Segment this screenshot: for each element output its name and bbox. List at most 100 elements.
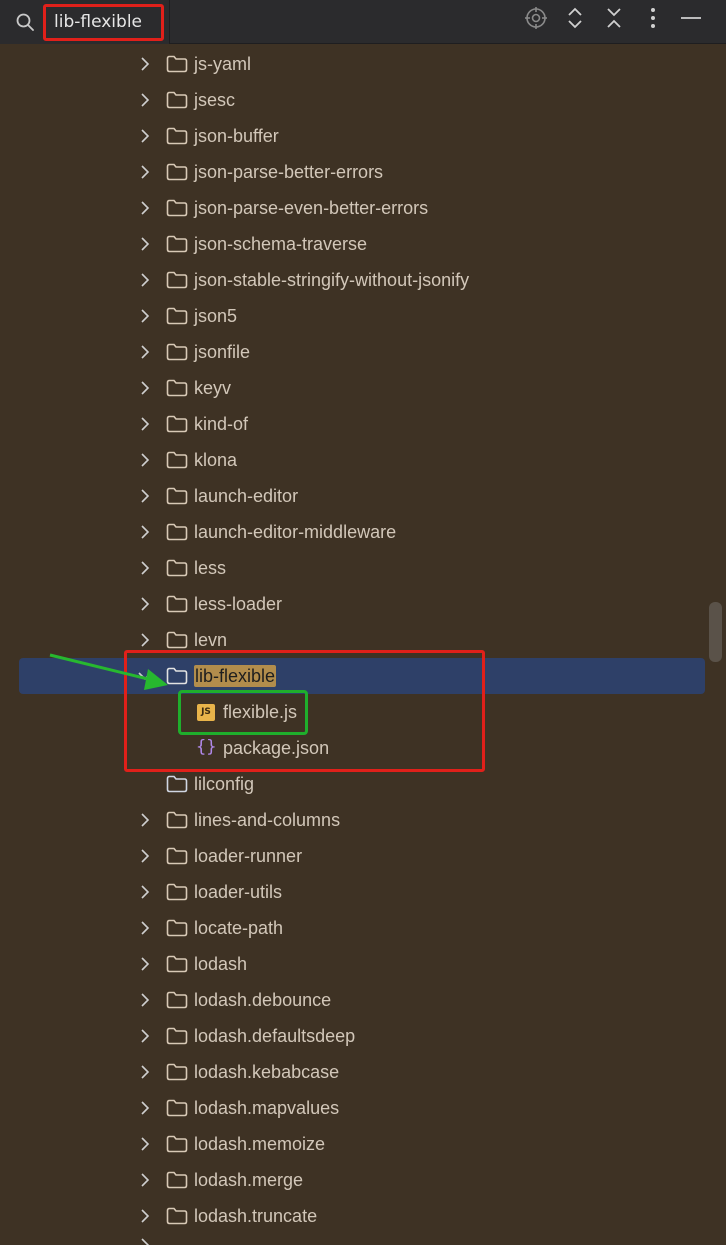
tree-item-label: lodash.merge (194, 1170, 304, 1190)
folder-icon (166, 631, 188, 649)
tree-folder-lodash-kebabcase[interactable]: lodash.kebabcase (0, 1054, 706, 1090)
tree-item-label: loader-runner (194, 846, 303, 866)
folder-icon (166, 91, 188, 109)
search-box[interactable] (0, 0, 170, 44)
tree-folder-levn[interactable]: levn (0, 622, 706, 658)
tree-folder-json-schema-traverse[interactable]: json-schema-traverse (0, 226, 706, 262)
folder-icon (166, 343, 188, 361)
chevron-right-icon[interactable] (138, 345, 152, 359)
expand-all-button[interactable] (561, 4, 589, 32)
chevron-right-icon[interactable] (138, 993, 152, 1007)
chevron-right-icon[interactable] (138, 1173, 152, 1187)
tree-folder-launch-editor-middleware[interactable]: launch-editor-middleware (0, 514, 706, 550)
chevron-right-icon[interactable] (138, 57, 152, 71)
tree-item-label: lines-and-columns (194, 810, 341, 830)
chevron-right-icon[interactable] (138, 597, 152, 611)
collapse-all-button[interactable] (600, 4, 628, 32)
tree-folder-jsonfile[interactable]: jsonfile (0, 334, 706, 370)
tree-file-package-json[interactable]: {} package.json (0, 730, 706, 766)
chevron-right-icon[interactable] (138, 237, 152, 251)
chevron-right-icon[interactable] (138, 849, 152, 863)
tree-folder-lodash-truncate[interactable]: lodash.truncate (0, 1198, 706, 1234)
chevron-right-icon[interactable] (138, 1137, 152, 1151)
tree-item-label: lilconfig (194, 774, 255, 794)
chevron-right-icon[interactable] (138, 813, 152, 827)
expand-all-icon (568, 7, 582, 29)
tree-folder-loader-runner[interactable]: loader-runner (0, 838, 706, 874)
search-input[interactable] (46, 6, 158, 38)
tree-item-label: json-parse-even-better-errors (194, 198, 429, 218)
chevron-right-icon[interactable] (138, 633, 152, 647)
folder-icon (166, 955, 188, 973)
chevron-right-icon[interactable] (138, 129, 152, 143)
chevron-right-icon[interactable] (138, 1065, 152, 1079)
chevron-right-icon[interactable] (138, 309, 152, 323)
chevron-right-icon[interactable] (138, 1101, 152, 1115)
chevron-right-icon[interactable] (138, 165, 152, 179)
tree-folder-lodash-memoize[interactable]: lodash.memoize (0, 1126, 706, 1162)
tree-folder-less-loader[interactable]: less-loader (0, 586, 706, 622)
chevron-right-icon[interactable] (138, 93, 152, 107)
folder-icon (166, 307, 188, 325)
tree-folder-lodash-mapvalues[interactable]: lodash.mapvalues (0, 1090, 706, 1126)
tree-folder-lodash[interactable]: lodash (0, 946, 706, 982)
tree-folder-lib-flexible[interactable]: lib-flexible (19, 658, 705, 694)
tree-folder-launch-editor[interactable]: launch-editor (0, 478, 706, 514)
tree-folder-lines-and-columns[interactable]: lines-and-columns (0, 802, 706, 838)
folder-icon (166, 919, 188, 937)
tree-folder-loader-utils[interactable]: loader-utils (0, 874, 706, 910)
tree-item-label: jsonfile (194, 342, 251, 362)
project-tree: js-yaml jsesc json-buffer json-parse-bet… (0, 46, 726, 1245)
chevron-right-icon[interactable] (138, 525, 152, 539)
folder-icon (166, 235, 188, 253)
tree-folder-lodash-merge[interactable]: lodash.merge (0, 1162, 706, 1198)
folder-icon (166, 811, 188, 829)
tree-item-label: lodash.debounce (194, 990, 332, 1010)
tree-folder-js-yaml[interactable]: js-yaml (0, 46, 706, 82)
tree-folder-locate-path[interactable]: locate-path (0, 910, 706, 946)
chevron-right-icon[interactable] (138, 921, 152, 935)
chevron-right-icon[interactable] (138, 1209, 152, 1223)
tree-item-label: klona (194, 450, 238, 470)
chevron-right-icon[interactable] (138, 201, 152, 215)
chevron-right-icon[interactable] (138, 1029, 152, 1043)
chevron-right-icon[interactable] (138, 957, 152, 971)
chevron-right-icon[interactable] (138, 489, 152, 503)
vertical-scrollbar[interactable] (709, 602, 722, 662)
folder-icon (166, 199, 188, 217)
tree-folder-json-parse-even-better-errors[interactable]: json-parse-even-better-errors (0, 190, 706, 226)
tree-folder-lilconfig[interactable]: lilconfig (0, 766, 706, 802)
tree-folder-lodash-debounce[interactable]: lodash.debounce (0, 982, 706, 1018)
tree-folder-keyv[interactable]: keyv (0, 370, 706, 406)
tree-folder-json5[interactable]: json5 (0, 298, 706, 334)
chevron-right-icon[interactable] (138, 381, 152, 395)
tree-item-label: launch-editor-middleware (194, 522, 397, 542)
tree-folder-lodash-defaultsdeep[interactable]: lodash.defaultsdeep (0, 1018, 706, 1054)
chevron-right-icon[interactable] (138, 885, 152, 899)
hide-panel-button[interactable] (677, 4, 705, 32)
tree-folder-json-stable-stringify-without-jsonify[interactable]: json-stable-stringify-without-jsonify (0, 262, 706, 298)
chevron-down-icon[interactable] (138, 669, 152, 683)
tree-file-flexible-js[interactable]: JS flexible.js (0, 694, 706, 730)
tree-folder-kind-of[interactable]: kind-of (0, 406, 706, 442)
folder-icon (166, 1063, 188, 1081)
chevron-right-icon[interactable] (138, 273, 152, 287)
json-file-icon: {} (196, 737, 217, 757)
more-options-button[interactable] (639, 4, 667, 32)
tree-item-label: json-parse-better-errors (194, 162, 384, 182)
chevron-right-icon[interactable] (138, 417, 152, 431)
crosshair-icon (525, 7, 547, 29)
tree-folder-klona[interactable]: klona (0, 442, 706, 478)
tree-folder-less[interactable]: less (0, 550, 706, 586)
tree-folder-jsesc[interactable]: jsesc (0, 82, 706, 118)
tree-item-label: json-stable-stringify-without-jsonify (194, 270, 470, 290)
chevron-right-icon (141, 1238, 150, 1245)
chevron-right-icon[interactable] (138, 561, 152, 575)
chevron-right-icon[interactable] (138, 453, 152, 467)
tree-item-label: locate-path (194, 918, 284, 938)
tree-folder-json-buffer[interactable]: json-buffer (0, 118, 706, 154)
tree-item-label: loader-utils (194, 882, 283, 902)
tree-folder-json-parse-better-errors[interactable]: json-parse-better-errors (0, 154, 706, 190)
folder-icon (166, 127, 188, 145)
locate-file-button[interactable] (522, 4, 550, 32)
